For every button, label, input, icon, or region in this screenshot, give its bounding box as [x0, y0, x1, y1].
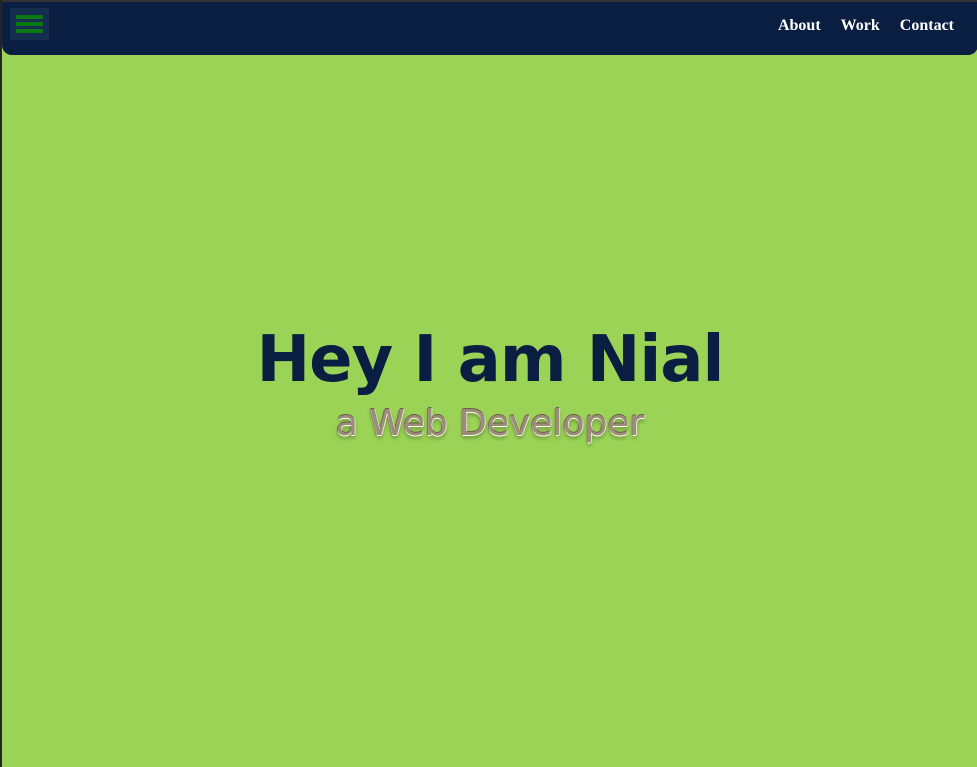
navbar: About Work Contact [2, 0, 977, 55]
hamburger-menu-icon[interactable] [10, 8, 49, 40]
hero-subtitle: a Web Developer [335, 403, 645, 444]
page: About Work Contact Hey I am Nial a Web D… [1, 0, 977, 767]
menu-bar [16, 22, 43, 26]
hero-title: Hey I am Nial [256, 323, 725, 397]
nav-links: About Work Contact [778, 17, 954, 35]
menu-bar [16, 15, 43, 19]
nav-link-contact[interactable]: Contact [900, 17, 954, 35]
nav-link-work[interactable]: Work [841, 17, 880, 35]
nav-link-about[interactable]: About [778, 17, 821, 35]
menu-bar [16, 29, 43, 33]
